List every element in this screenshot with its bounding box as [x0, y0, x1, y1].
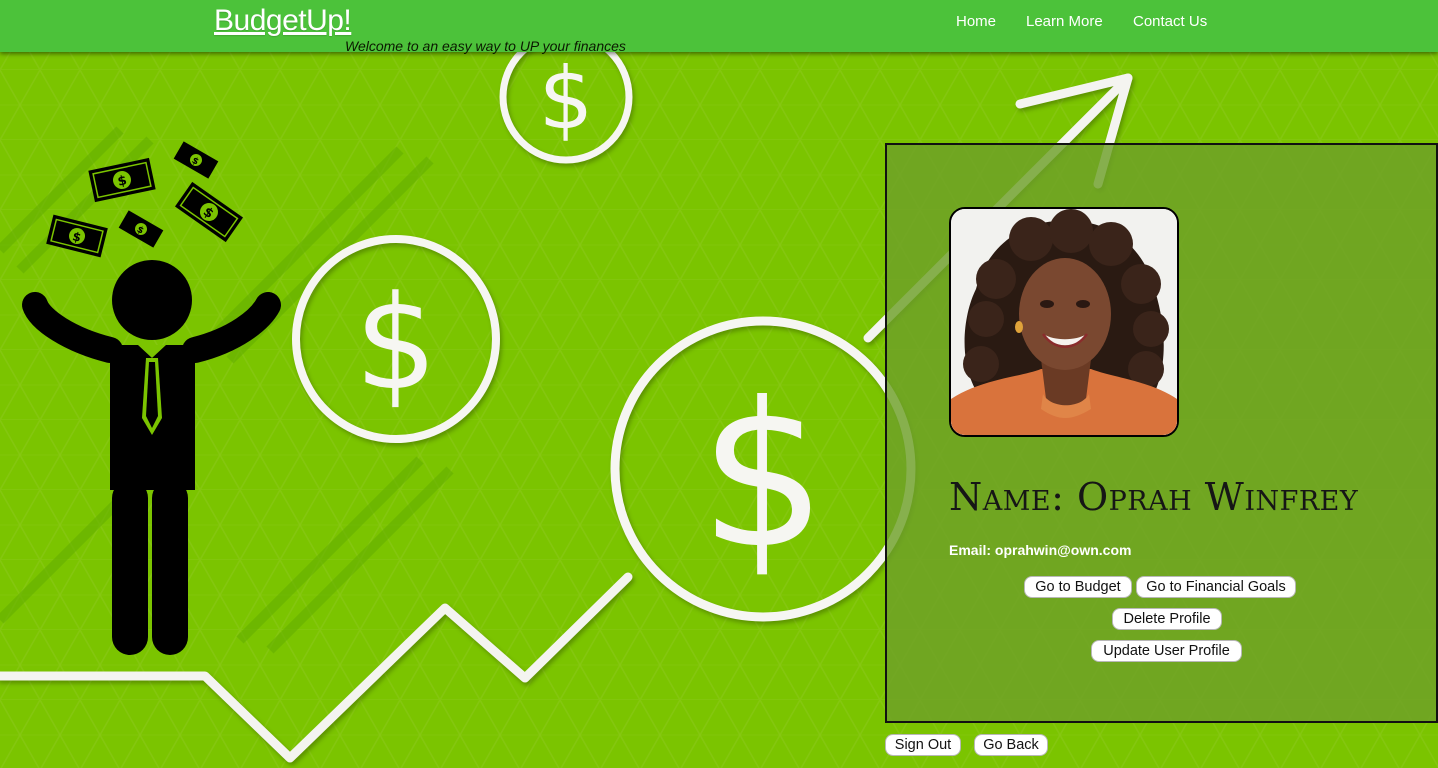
go-back-button[interactable]: Go Back	[974, 734, 1048, 756]
update-user-profile-button[interactable]: Update User Profile	[1091, 640, 1242, 662]
nav-contact-us-link[interactable]: Contact Us	[1133, 13, 1207, 30]
brand-tagline: Welcome to an easy way to UP your financ…	[345, 38, 626, 54]
delete-profile-button[interactable]: Delete Profile	[1112, 608, 1222, 630]
profile-name: Name: Oprah Winfrey	[949, 475, 1359, 519]
portrait-image	[951, 209, 1177, 435]
svg-text:$: $	[699, 360, 826, 593]
sign-out-button[interactable]: Sign Out	[885, 734, 961, 756]
nav-home-link[interactable]: Home	[956, 13, 996, 30]
go-to-financial-goals-button[interactable]: Go to Financial Goals	[1136, 576, 1296, 598]
nav-learn-more-link[interactable]: Learn More	[1026, 13, 1103, 30]
brand-link[interactable]: BudgetUp!	[214, 4, 352, 38]
svg-text:$: $	[539, 49, 594, 149]
go-to-budget-button[interactable]: Go to Budget	[1024, 576, 1132, 598]
profile-photo	[949, 207, 1179, 437]
profile-email: Email: oprahwin@own.com	[949, 542, 1132, 558]
top-navbar: BudgetUp! Home Learn More Contact Us	[0, 0, 1438, 52]
svg-text:$: $	[355, 267, 438, 419]
profile-card: Name: Oprah Winfrey Email: oprahwin@own.…	[885, 143, 1438, 723]
